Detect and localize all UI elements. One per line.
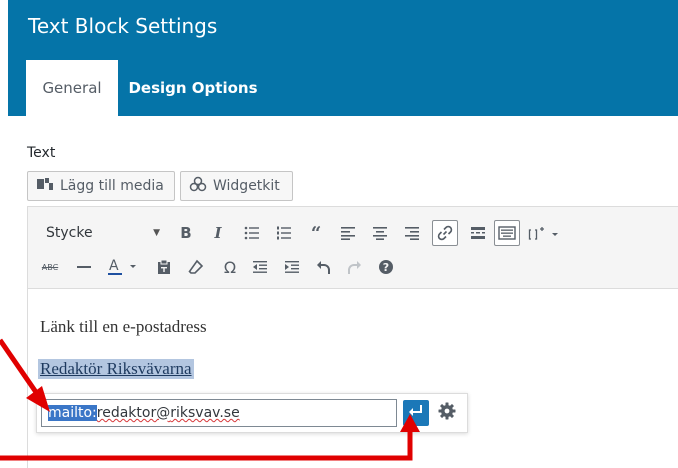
add-media-button[interactable]: Lägg till media [27, 171, 175, 201]
shortcode-icon[interactable] [526, 221, 566, 245]
horizontal-line-icon[interactable] [72, 255, 96, 279]
undo-icon[interactable] [312, 255, 336, 279]
enter-arrow-icon [408, 404, 424, 423]
url-address-part2: riksvav.se [170, 405, 240, 421]
chevron-down-icon: ▼ [153, 228, 160, 238]
format-select[interactable]: Stycke ▼ [38, 219, 166, 247]
media-icon [36, 177, 54, 195]
editor-toolbar: Stycke ▼ B I “ ABC A Ω ? [28, 207, 678, 289]
inline-link-popup: mailto: redaktor@ riksvav.se [36, 393, 468, 433]
widgetkit-icon [189, 176, 207, 196]
apply-link-button[interactable] [403, 400, 429, 426]
align-center-icon[interactable] [368, 221, 392, 245]
clear-formatting-icon[interactable] [184, 255, 208, 279]
settings-header: Text Block Settings General Design Optio… [8, 0, 678, 116]
link-url-input[interactable]: mailto: redaktor@ riksvav.se [41, 399, 397, 427]
text-color-icon[interactable]: A [104, 255, 144, 279]
strikethrough-icon[interactable]: ABC [38, 255, 62, 279]
tab-design-options[interactable]: Design Options [128, 60, 258, 116]
redo-icon[interactable] [342, 255, 366, 279]
italic-icon[interactable]: I [206, 221, 230, 245]
widgetkit-label: Widgetkit [213, 178, 280, 194]
align-right-icon[interactable] [400, 221, 424, 245]
format-select-value: Stycke [46, 225, 93, 241]
widgetkit-button[interactable]: Widgetkit [180, 171, 293, 201]
text-editor: Stycke ▼ B I “ ABC A Ω ? Länk till en e-… [27, 206, 678, 468]
paragraph-text: Länk till en e-postadress [40, 317, 207, 336]
bullet-list-icon[interactable] [240, 221, 264, 245]
help-icon[interactable]: ? [374, 255, 398, 279]
add-media-label: Lägg till media [60, 178, 164, 194]
outdent-icon[interactable] [248, 255, 272, 279]
gear-icon [438, 402, 456, 425]
align-left-icon[interactable] [336, 221, 360, 245]
numbered-list-icon[interactable] [272, 221, 296, 245]
link-options-button[interactable] [434, 400, 460, 426]
toolbar-toggle-icon[interactable] [494, 220, 520, 246]
indent-icon[interactable] [280, 255, 304, 279]
svg-text:?: ? [383, 261, 389, 274]
url-address-part1: redaktor@ [96, 405, 171, 421]
paste-text-icon[interactable] [152, 255, 176, 279]
special-character-icon[interactable]: Ω [218, 255, 242, 279]
panel-title: Text Block Settings [28, 14, 218, 38]
bold-icon[interactable]: B [174, 221, 198, 245]
svg-text:A: A [109, 258, 119, 274]
tab-general[interactable]: General [26, 60, 118, 116]
read-more-icon[interactable] [466, 221, 490, 245]
editor-content[interactable]: Länk till en e-postadress Redaktör Riksv… [28, 289, 678, 468]
text-field-label: Text [27, 145, 56, 161]
selected-link-text[interactable]: Redaktör Riksvävarna [38, 359, 194, 379]
blockquote-icon[interactable]: “ [304, 221, 328, 245]
link-icon[interactable] [432, 220, 458, 246]
selected-mailto-prefix: mailto: [48, 405, 97, 421]
